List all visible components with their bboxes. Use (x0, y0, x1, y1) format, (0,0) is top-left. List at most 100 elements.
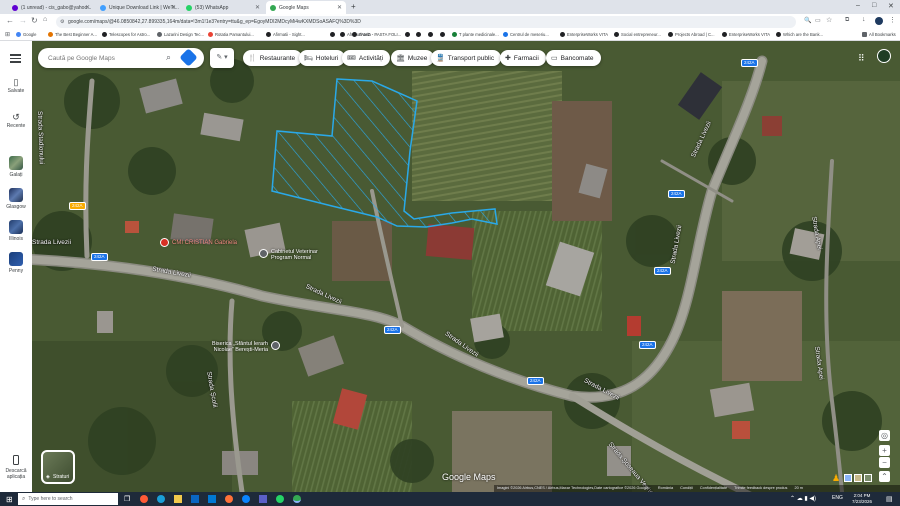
firefox-icon[interactable] (225, 495, 233, 503)
chrome-icon[interactable] (293, 495, 301, 503)
search-input[interactable] (48, 53, 158, 63)
poi-vet-clinic[interactable]: Cabinetul Veterinar Program Normal (259, 249, 331, 261)
mail-icon[interactable] (208, 495, 216, 503)
rail-recent[interactable]: ↺ Recente (0, 112, 32, 129)
chip-pharmacies[interactable]: ✚ Farmacii (500, 50, 546, 66)
whatsapp-icon[interactable] (276, 495, 284, 503)
reload-icon[interactable]: ↻ (31, 16, 38, 25)
notifications-icon[interactable]: ▤ (886, 495, 893, 503)
zoom-in-button[interactable]: + (879, 445, 890, 456)
download-app-button[interactable]: Descarcă aplicația (0, 455, 32, 480)
google-apps-icon[interactable]: ⠿ (858, 53, 865, 64)
home-icon[interactable]: ⌂ (43, 16, 47, 23)
bookmark-item[interactable]: Projects Abroad | C... (668, 32, 715, 37)
chip-hotels[interactable]: 🛏 Hoteluri (299, 50, 346, 66)
new-tab-icon[interactable]: + (351, 2, 356, 11)
bookmark-item[interactable] (440, 32, 447, 37)
zoom-out-button[interactable]: − (879, 457, 890, 468)
window-close-icon[interactable]: ✕ (888, 2, 894, 10)
bookmark-item[interactable]: Telescopes for Astro... (102, 32, 150, 37)
taskbar-app-icon[interactable] (242, 495, 250, 503)
browser-menu-icon[interactable]: ⋮ (889, 16, 896, 24)
drawing-tool-button[interactable]: ✎ ▾ (210, 48, 234, 68)
footer-link[interactable]: Condiții (680, 486, 693, 490)
taskbar-search[interactable]: ⌕ Type here to search (18, 493, 118, 505)
rail-recent-penny[interactable]: Penny (0, 252, 32, 274)
rail-recent-illinois[interactable]: Illinois (0, 220, 32, 242)
poi-church[interactable]: Biserica „Sfântul Ierarh Nicolae” Bereșt… (204, 341, 280, 353)
bookmark-item[interactable]: Lazarini Design Tec... (157, 32, 204, 37)
site-info-icon[interactable]: ⚙ (60, 16, 64, 28)
zoom-search-icon[interactable]: 🔍 (804, 17, 811, 24)
url-field[interactable]: ⚙ google.com/maps/@46.0850842,27.899335,… (56, 16, 796, 28)
maximize-icon[interactable]: □ (872, 2, 876, 9)
tab-google-maps[interactable]: Google Maps ✕ (266, 1, 346, 14)
bookmark-item[interactable] (428, 32, 435, 37)
language-indicator[interactable]: ENG (832, 495, 843, 501)
minimize-icon[interactable]: – (856, 2, 860, 9)
close-tab-icon[interactable]: ✕ (337, 4, 342, 11)
taskbar-app-icon[interactable] (157, 495, 165, 503)
chip-restaurants[interactable]: 🍴 Restaurante (243, 50, 303, 66)
bookmark-item[interactable] (330, 32, 337, 37)
expand-up-button[interactable]: ⌃ (879, 471, 890, 482)
clock[interactable]: 2:04 PM 7/23/2026 (852, 493, 872, 505)
poi-clinic[interactable]: CMI CRISTIAN Gabriela (160, 238, 237, 247)
bookmark-item[interactable] (416, 32, 423, 37)
bookmark-item[interactable]: EnterpriseWorks VITA (560, 32, 608, 37)
account-avatar[interactable] (877, 49, 891, 63)
search-icon[interactable]: ⌕ (166, 52, 171, 63)
map-canvas[interactable]: Strada Stadionului Strada Livezii Strada… (32, 41, 900, 492)
chip-atms[interactable]: ▭ Bancomate (546, 50, 601, 66)
imagery-thumb[interactable] (844, 474, 852, 482)
bookmark-item[interactable]: Afirmatii - Sight... (266, 32, 305, 37)
layers-button[interactable]: ◈ Straturi (41, 450, 75, 484)
profile-avatar[interactable] (875, 17, 883, 25)
directions-icon[interactable] (179, 48, 198, 67)
tab-whatsapp[interactable]: (53) WhatsApp ✕ (182, 1, 264, 14)
chip-public-transport[interactable]: 🚆 Transport public (431, 50, 502, 66)
taskbar-app-icon[interactable] (140, 495, 148, 503)
file-explorer-icon[interactable] (174, 495, 182, 503)
windows-start-icon[interactable]: ⊞ (6, 495, 13, 504)
bookmark-item[interactable]: Which are the Bank... (776, 32, 823, 37)
bookmark-item[interactable]: Centrul de meseriu... (503, 32, 549, 37)
cast-icon[interactable]: ▭ (815, 17, 821, 24)
tab-yahoo-mail[interactable]: (1 unread) - cis_gabo@yahoo... ✕ (8, 1, 94, 14)
chip-activities[interactable]: 🎟 Activități (342, 50, 391, 66)
bookmark-item[interactable]: T plante medicinale... (452, 32, 499, 37)
extensions-icon[interactable]: ⧉ (845, 17, 849, 24)
apps-grid-icon[interactable]: ⊞ (5, 31, 10, 38)
footer-link[interactable]: România (658, 486, 673, 490)
teams-icon[interactable] (259, 495, 267, 503)
download-icon[interactable]: ↓ (862, 16, 866, 23)
rail-saved[interactable]: ▯ Salvate (0, 77, 32, 94)
task-view-icon[interactable]: ❐ (124, 495, 130, 503)
chip-museums[interactable]: 🏛 Muzee (391, 50, 435, 66)
bookmark-item[interactable] (405, 32, 412, 37)
rail-recent-glasgow[interactable]: Glasgow (0, 188, 32, 210)
search-box[interactable]: ⌕ (38, 48, 204, 68)
bookmark-item[interactable]: EnterpriseWorks VITA (722, 32, 770, 37)
my-location-button[interactable]: ◎ (879, 430, 890, 441)
bookmark-item[interactable]: FAMD - PASTA FOLI... (352, 32, 401, 37)
pegman-icon[interactable]: ♟ (832, 473, 840, 484)
bookmark-star-icon[interactable]: ☆ (826, 16, 832, 24)
bookmark-item[interactable]: Rotatia Pamantului... (208, 32, 254, 37)
imagery-thumb[interactable] (864, 474, 872, 482)
all-bookmarks[interactable]: All Bookmarks (862, 32, 896, 37)
taskbar-app-icon[interactable] (191, 495, 199, 503)
footer-link[interactable]: Confidențialitate (700, 486, 727, 490)
system-tray-icon[interactable]: ⌃ ☁ ▮ ◀) (790, 495, 816, 502)
menu-icon[interactable] (10, 54, 21, 63)
close-tab-icon[interactable]: ✕ (171, 4, 176, 11)
footer-link[interactable]: Trimite feedback despre produs (734, 486, 787, 490)
close-tab-icon[interactable]: ✕ (255, 4, 260, 11)
rail-recent-galati[interactable]: Galați (0, 156, 32, 178)
tab-wetransfer[interactable]: Unique Download Link | WeTr... ✕ (96, 1, 180, 14)
close-tab-icon[interactable]: ✕ (85, 4, 90, 11)
bookmark-item[interactable]: Google (16, 32, 37, 37)
bookmark-item[interactable]: The Best Beginner A... (48, 32, 97, 37)
imagery-thumb[interactable] (854, 474, 862, 482)
bookmark-item[interactable]: Social entrepreneur... (614, 32, 661, 37)
